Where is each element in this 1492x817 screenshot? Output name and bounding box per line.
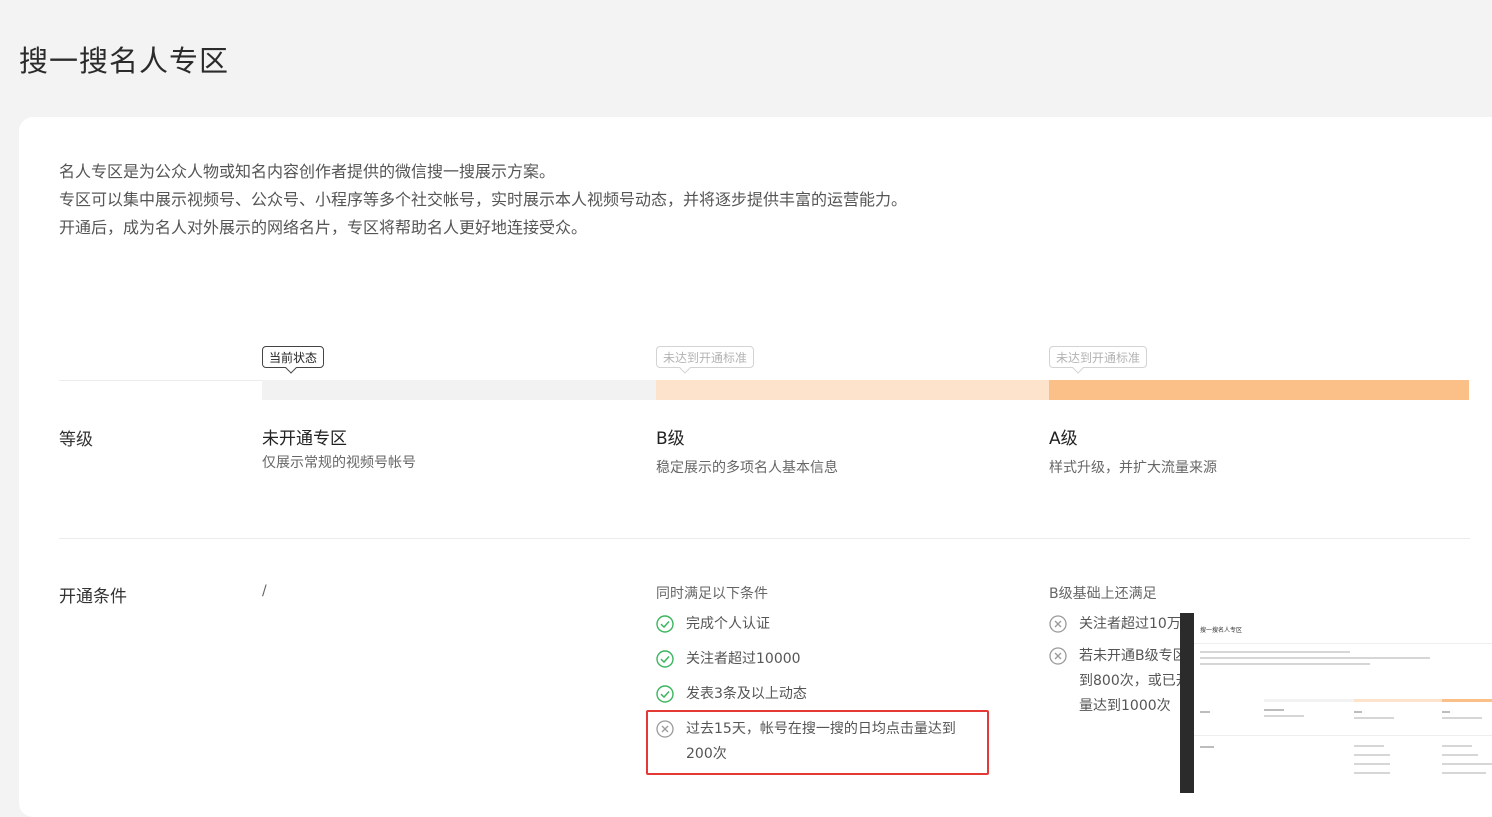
b-condition-1-text: 完成个人认证 [686, 616, 770, 632]
thumb-line [1354, 717, 1394, 719]
thumb-bar [1442, 699, 1492, 702]
thumb-line [1442, 772, 1486, 774]
level-a-desc: 样式升级，并扩大流量来源 [1049, 460, 1217, 476]
conditions-row-label: 开通条件 [59, 587, 127, 607]
thumb-line [1200, 746, 1214, 748]
thumb-line [1354, 754, 1390, 756]
thumb-bar [1354, 699, 1442, 702]
level-a-name: A级 [1049, 429, 1078, 449]
thumb-line [1354, 772, 1390, 774]
row-divider [59, 538, 1470, 539]
thumb-line [1442, 711, 1450, 713]
level-none-name: 未开通专区 [262, 429, 347, 449]
check-circle-icon [656, 650, 674, 668]
thumb-line [1442, 763, 1492, 765]
level-none-desc: 仅展示常规的视频号帐号 [262, 455, 416, 471]
b-conditions-header: 同时满足以下条件 [656, 586, 768, 602]
intro-line-3: 开通后，成为名人对外展示的网络名片，专区将帮助名人更好地连接受众。 [59, 218, 588, 237]
thumb-bar [1264, 699, 1354, 702]
conditions-none: / [262, 583, 267, 599]
thumb-line [1200, 657, 1430, 659]
intro-line-2: 专区可以集中展示视频号、公众号、小程序等多个社交帐号，实时展示本人视频号动态，并… [59, 190, 908, 209]
intro-text: 名人专区是为公众人物或知名内容创作者提供的微信搜一搜展示方案。 专区可以集中展示… [59, 158, 907, 242]
b-status-tag: 未达到开通标准 [656, 346, 755, 368]
thumb-line [1442, 754, 1478, 756]
preview-thumbnail-title: 搜一搜名人专区 [1200, 627, 1243, 634]
level-bar-a [1049, 380, 1469, 400]
b-condition-3-text: 发表3条及以上动态 [686, 686, 807, 702]
thumb-divider [1194, 735, 1492, 736]
a-status-tag: 未达到开通标准 [1049, 346, 1148, 368]
cross-circle-icon [1049, 647, 1067, 665]
cross-circle-icon [1049, 615, 1067, 633]
level-b-desc: 稳定展示的多项名人基本信息 [656, 460, 838, 476]
thumb-divider [1194, 643, 1492, 644]
thumb-line [1442, 717, 1482, 719]
level-b-name: B级 [656, 429, 685, 449]
level-bar-b [656, 380, 1049, 400]
level-row-label: 等级 [59, 430, 93, 450]
check-circle-icon [656, 685, 674, 703]
level-bar-none [262, 380, 656, 400]
highlight-box [646, 710, 989, 775]
preview-thumbnail[interactable]: 搜一搜名人专区 [1180, 613, 1492, 793]
b-condition-2-text: 关注者超过10000 [686, 651, 801, 667]
preview-thumbnail-page: 搜一搜名人专区 [1194, 613, 1492, 793]
thumb-line [1354, 763, 1390, 765]
current-status-tag: 当前状态 [262, 346, 325, 368]
thumb-line [1354, 745, 1384, 747]
check-circle-icon [656, 615, 674, 633]
thumb-line [1200, 663, 1370, 665]
a-condition-2-text-line-3: 量达到1000次 [1079, 698, 1171, 714]
a-condition-1-text: 关注者超过10万 [1079, 616, 1181, 632]
thumb-line [1200, 711, 1210, 713]
thumb-line [1264, 709, 1284, 711]
level-track-line [59, 380, 262, 381]
page-title: 搜一搜名人专区 [19, 44, 230, 78]
intro-line-1: 名人专区是为公众人物或知名内容创作者提供的微信搜一搜展示方案。 [59, 162, 556, 181]
thumb-line [1354, 711, 1362, 713]
thumb-line [1442, 745, 1472, 747]
thumb-line [1200, 651, 1350, 653]
a-conditions-header: B级基础上还满足 [1049, 586, 1157, 602]
thumb-line [1264, 715, 1304, 717]
